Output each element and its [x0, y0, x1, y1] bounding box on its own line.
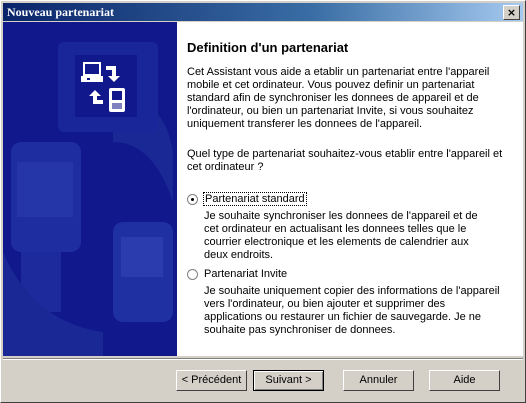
intro-line: Cet Assistant vous aide a etablir un par…: [187, 66, 490, 78]
desc-line: vers l'ordinateur, ou bien ajouter et su…: [204, 298, 446, 310]
desc-line: cet ordinateur en actualisant les donnee…: [204, 223, 467, 235]
intro-line: uniquement transferer les donnees de l'a…: [187, 118, 423, 130]
question-line: Quel type de partenariat souhaitez-vous …: [187, 148, 503, 160]
next-button-label: Suivant >: [265, 374, 312, 386]
radio-label-invite[interactable]: Partenariat Invite: [204, 268, 287, 280]
footer-divider: [3, 358, 523, 360]
wizard-window: Nouveau partenariat × Definition d'un pa…: [0, 0, 526, 403]
desc-line: courrier electronique et les elements de…: [204, 236, 469, 248]
radio-invite[interactable]: Partenariat Invite: [187, 268, 287, 280]
next-button[interactable]: Suivant >: [253, 370, 324, 391]
wizard-sidebar-graphic: [3, 22, 177, 356]
intro-text: Cet Assistant vous aide a etablir un par…: [187, 66, 512, 131]
window-title: Nouveau partenariat: [7, 5, 114, 19]
question-line: cet ordinateur ?: [187, 161, 264, 173]
intro-line: standard afin de synchroniser les donnee…: [187, 92, 479, 104]
wizard-content: Definition d'un partenariat Cet Assistan…: [177, 22, 523, 356]
page-title: Definition d'un partenariat: [187, 40, 349, 55]
radio-button-standard[interactable]: [187, 193, 198, 205]
option-description-standard: Je souhaite synchroniser les donnees de …: [204, 210, 514, 262]
radio-button-invite[interactable]: [187, 268, 198, 280]
desc-line: Je souhaite uniquement copier des inform…: [204, 285, 500, 297]
option-description-invite: Je souhaite uniquement copier des inform…: [204, 285, 514, 337]
radio-label-standard[interactable]: Partenariat standard: [203, 192, 307, 206]
intro-line: mobile et cet ordinateur. Vous pouvez de…: [187, 79, 475, 91]
desc-line: deux endroits.: [204, 249, 274, 261]
cancel-button-label: Annuler: [359, 374, 398, 386]
desc-line: Je souhaite synchroniser les donnees de …: [204, 210, 478, 222]
sidebar-art: [3, 22, 177, 356]
back-button-label: < Précédent: [181, 374, 242, 386]
desc-line: applications ou restaurer un fichier de …: [204, 311, 482, 323]
cancel-button[interactable]: Annuler: [343, 370, 414, 391]
radio-standard[interactable]: Partenariat standard: [187, 192, 307, 206]
desc-line: souhaite pas synchroniser de donnees.: [204, 324, 396, 336]
question-text: Quel type de partenariat souhaitez-vous …: [187, 148, 512, 174]
intro-line: l'ordinateur, ou bien un partenariat Inv…: [187, 105, 474, 117]
close-button[interactable]: ×: [503, 5, 520, 20]
back-button[interactable]: < Précédent: [176, 370, 247, 391]
title-bar: Nouveau partenariat ×: [3, 3, 523, 21]
close-icon: ×: [506, 6, 517, 19]
sync-devices-icon: [75, 55, 137, 117]
help-button-label: Aide: [453, 374, 476, 386]
help-button[interactable]: Aide: [429, 370, 500, 391]
